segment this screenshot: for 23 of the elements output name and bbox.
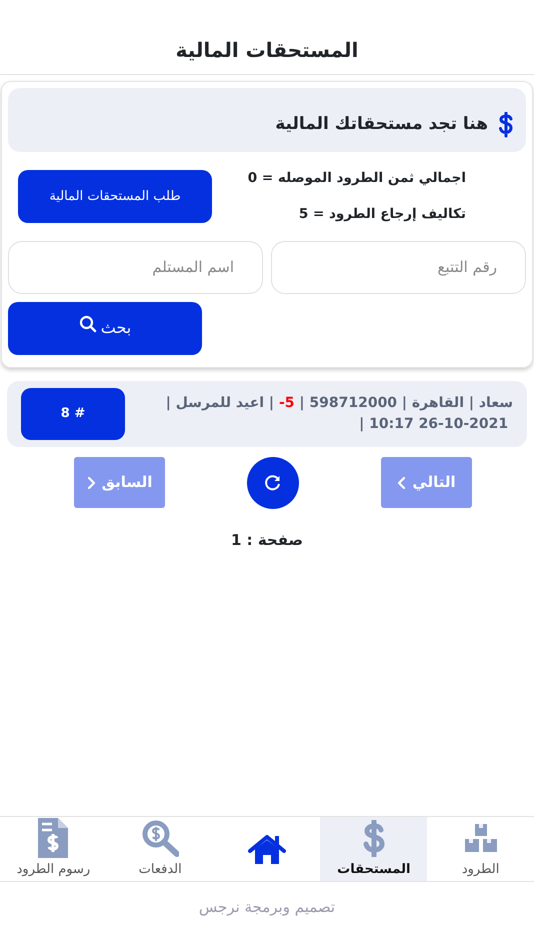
request-button[interactable]: طلب المستحقات المالية	[18, 170, 212, 223]
search-icon	[78, 315, 97, 333]
credit-text: تصميم وبرمجة نرجس	[198, 897, 336, 918]
number-button[interactable]: # 8	[21, 388, 125, 440]
refresh-icon	[264, 474, 282, 492]
home-icon	[248, 833, 286, 865]
input-field[interactable]: رقم التتبع	[271, 240, 526, 294]
page-label: صفحة : 1	[230, 530, 304, 550]
invoice-icon	[38, 818, 68, 858]
summary-heading: هنا تجد مستحقاتك المالية	[275, 113, 488, 136]
chevron-icon	[397, 476, 406, 490]
summary-line: تكاليف إرجاع الطرود = 5	[298, 205, 466, 224]
dollar-icon	[498, 112, 514, 138]
search-dollar-icon	[141, 819, 180, 858]
boxes-icon	[464, 824, 497, 852]
input-field[interactable]: اسم المستلم	[8, 240, 263, 294]
chevron-icon	[86, 476, 96, 490]
summary-line: اجمالي ثمن الطرود الموصله = 0	[248, 169, 466, 188]
refresh-button[interactable]	[247, 456, 299, 508]
search-button[interactable]: بحث	[8, 302, 202, 354]
page-title: المستحقات المالية	[0, 0, 534, 75]
dollar-icon	[360, 820, 387, 857]
nav-tab[interactable]: المستحقات	[320, 817, 428, 881]
